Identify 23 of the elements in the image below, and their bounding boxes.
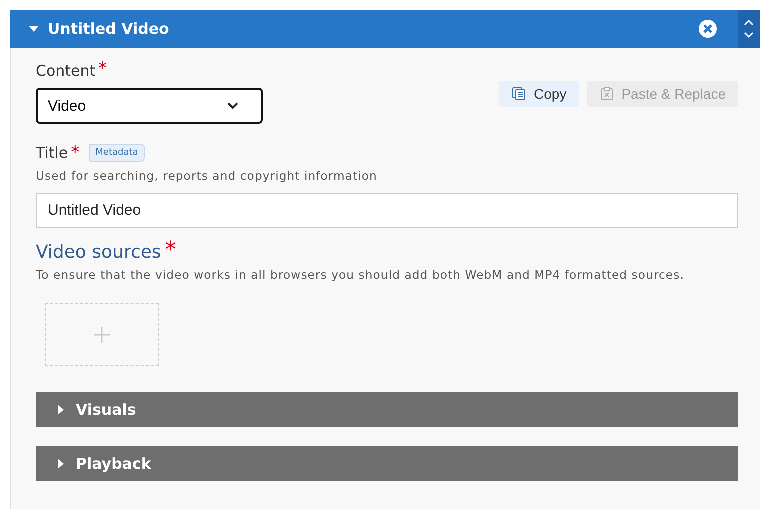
required-asterisk: *	[98, 62, 108, 76]
chevron-down-icon[interactable]	[227, 102, 239, 110]
caret-right-icon[interactable]	[58, 404, 64, 414]
reorder-control[interactable]	[738, 10, 760, 48]
collapsible-section-bar[interactable]: Visuals	[36, 392, 738, 427]
title-input[interactable]: Untitled Video	[36, 193, 738, 228]
chevron-up-icon[interactable]	[744, 20, 754, 26]
field-description: Used for searching, reports and copyright information	[36, 169, 378, 183]
field-label: Content	[36, 62, 96, 80]
required-asterisk: *	[165, 242, 176, 260]
metadata-tag: Metadata	[88, 144, 146, 162]
content-select[interactable]: Video	[36, 88, 263, 124]
copy-icon[interactable]	[512, 87, 526, 101]
required-asterisk: *	[71, 146, 80, 160]
collapsible-section-bar[interactable]: Playback	[36, 446, 738, 481]
close-icon[interactable]	[698, 19, 718, 39]
field-label: Title	[36, 144, 68, 162]
caret-right-icon[interactable]	[58, 458, 64, 468]
section-heading: Video sources	[36, 242, 162, 263]
section-description: To ensure that the video works in all browsers you should add both WebM and MP4 formatted sources.	[36, 268, 686, 282]
copy-button[interactable]: Copy	[499, 81, 579, 107]
panel-title: Untitled Video	[48, 20, 170, 38]
caret-down-icon[interactable]	[29, 26, 39, 32]
